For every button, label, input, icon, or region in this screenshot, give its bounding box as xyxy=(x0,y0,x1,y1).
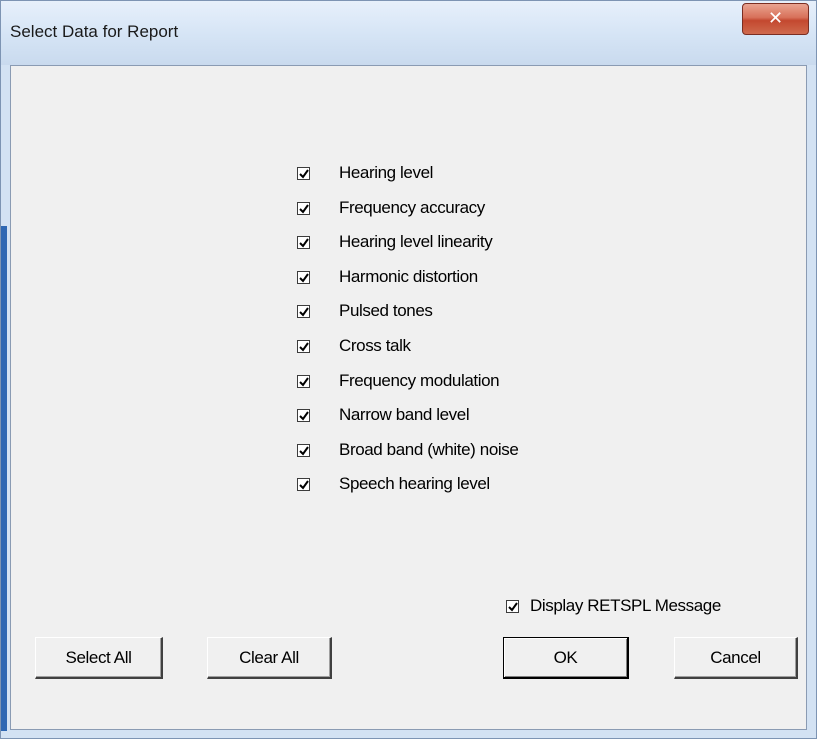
checkmark-icon xyxy=(508,602,518,612)
item-label: Narrow band level xyxy=(339,405,470,425)
checkmark-icon xyxy=(299,480,309,490)
checkmark-icon xyxy=(299,377,309,387)
item-label: Frequency modulation xyxy=(339,370,500,390)
checkmark-icon xyxy=(299,169,309,179)
close-icon: ✕ xyxy=(767,8,784,29)
dialog-window: Select Data for Report ✕ Hearing level Fr… xyxy=(0,0,817,739)
item-label: Hearing level linearity xyxy=(339,232,493,252)
item-checkbox[interactable] xyxy=(297,374,310,388)
item-label: Speech hearing level xyxy=(339,474,490,494)
window-edge-accent xyxy=(1,226,7,731)
item-checkbox[interactable] xyxy=(297,478,310,492)
checkmark-icon xyxy=(299,307,309,317)
window-title: Select Data for Report xyxy=(10,22,179,41)
item-label: Hearing level xyxy=(339,163,434,182)
item-checkbox[interactable] xyxy=(297,443,310,457)
close-button[interactable]: ✕ xyxy=(742,3,809,35)
checkmark-icon xyxy=(299,273,309,283)
checkmark-icon xyxy=(299,342,309,352)
cancel-button[interactable]: Cancel xyxy=(674,637,798,679)
item-label: Pulsed tones xyxy=(339,301,433,321)
item-label: Harmonic distortion xyxy=(339,266,478,286)
item-checkbox[interactable] xyxy=(297,409,310,423)
retspl-checkbox[interactable] xyxy=(506,600,519,613)
item-label: Frequency accuracy xyxy=(339,197,485,217)
item-checkbox[interactable] xyxy=(297,270,310,284)
checkmark-icon xyxy=(299,238,309,248)
item-checkbox[interactable] xyxy=(297,201,310,215)
title-bar[interactable]: Select Data for Report ✕ xyxy=(1,1,816,65)
item-label: Cross talk xyxy=(339,336,411,355)
checkmark-icon xyxy=(299,411,309,421)
item-checkbox[interactable] xyxy=(297,167,310,180)
checkmark-icon xyxy=(299,446,309,456)
select-all-button[interactable]: Select All xyxy=(35,637,163,679)
item-checkbox[interactable] xyxy=(297,305,310,319)
item-checkbox[interactable] xyxy=(297,236,310,250)
ok-button[interactable]: OK xyxy=(503,637,629,679)
item-label: Broad band (white) noise xyxy=(339,439,519,459)
item-checkbox[interactable] xyxy=(297,340,310,353)
retspl-label: Display RETSPL Message xyxy=(530,596,721,615)
clear-all-button[interactable]: Clear All xyxy=(207,637,332,679)
dialog-client-area: Hearing level Frequency accuracy Hearing l… xyxy=(10,65,807,730)
checkmark-icon xyxy=(299,204,309,214)
